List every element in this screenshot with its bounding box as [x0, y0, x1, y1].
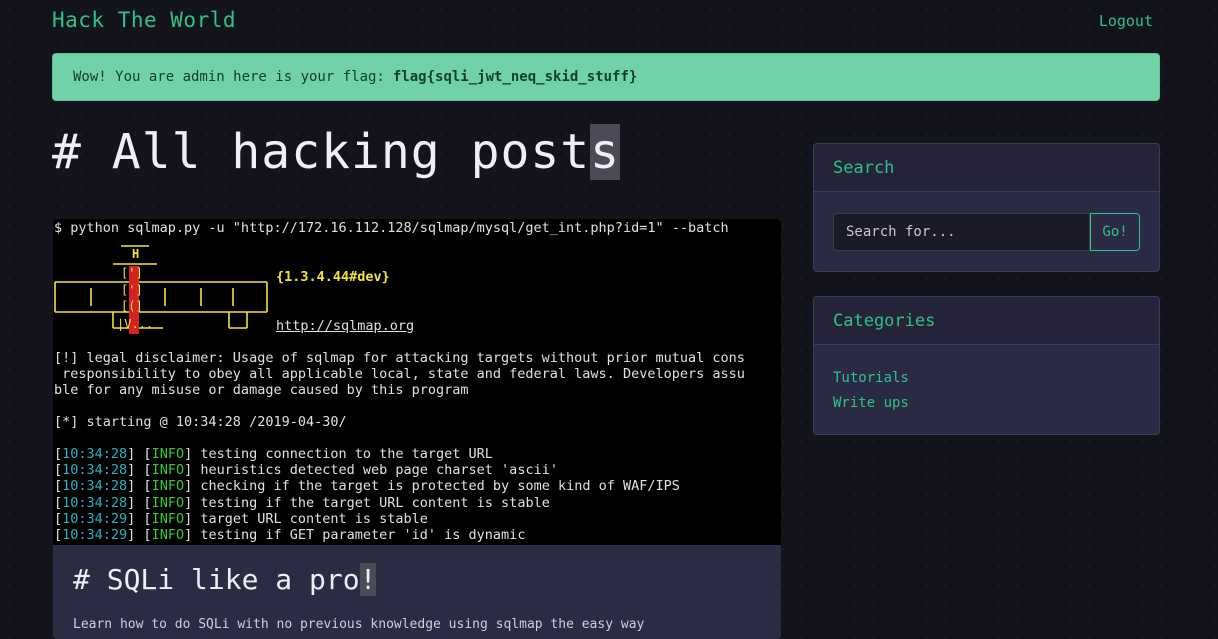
category-item: Write ups	[833, 392, 1159, 411]
post-excerpt: Learn how to do SQLi with no previous kn…	[73, 617, 645, 632]
sqlmap-version: {1.3.4.44#dev}	[276, 269, 390, 285]
categories-widget-title: Categories	[814, 297, 1159, 345]
log-time: 10:34:28	[62, 478, 128, 495]
flag-alert: Wow! You are admin here is your flag: fl…	[52, 53, 1160, 101]
alert-message: Wow! You are admin here is your flag:	[73, 69, 385, 85]
log-text: [	[54, 478, 63, 495]
log-text: ] [	[127, 446, 152, 462]
disclaimer-line: [!] legal disclaimer: Usage of sqlmap fo…	[54, 350, 745, 366]
log-level: INFO	[151, 478, 185, 495]
search-go-button[interactable]: Go!	[1090, 213, 1140, 251]
starting-line: [*] starting @ 10:34:28 /2019-04-30/	[54, 414, 347, 430]
log-level: INFO	[151, 462, 185, 479]
log-text: ] testing if GET parameter 'id' is dynam…	[184, 527, 526, 543]
log-line: [10:34:28] [INFO] checking if the target…	[54, 478, 680, 494]
title-cursor: s	[590, 124, 621, 180]
log-text: ] [	[127, 527, 152, 543]
log-text: [	[54, 527, 63, 543]
post-image[interactable]: $ python sqlmap.py -u "http://172.16.112…	[53, 219, 781, 545]
svg-text:[']: [']	[121, 266, 143, 280]
sqlmap-url: http://sqlmap.org	[276, 318, 415, 334]
log-text: ] testing connection to the target URL	[184, 446, 493, 462]
sqlmap-logo: H ['] ['] [(] |V...	[54, 245, 268, 334]
search-form: Go!	[833, 213, 1140, 251]
log-level: INFO	[151, 494, 185, 511]
category-item: Tutorials	[833, 367, 1159, 386]
log-time: 10:34:29	[62, 510, 128, 527]
log-line: [10:34:28] [INFO] testing if the target …	[54, 495, 550, 511]
log-time: 10:34:29	[62, 527, 128, 543]
brand-link[interactable]: Hack The World	[52, 8, 236, 32]
log-line: [10:34:29] [INFO] target URL content is …	[54, 511, 428, 527]
log-time: 10:34:28	[62, 446, 128, 462]
log-line: [10:34:28] [INFO] heuristics detected we…	[54, 462, 558, 478]
log-level: INFO	[151, 510, 185, 527]
log-level: INFO	[151, 446, 185, 462]
search-input[interactable]	[833, 213, 1091, 251]
logout-link[interactable]: Logout	[1099, 12, 1153, 30]
terminal-command: $ python sqlmap.py -u "http://172.16.112…	[54, 220, 729, 236]
log-time: 10:34:28	[62, 462, 128, 479]
search-widget: Search Go!	[813, 143, 1160, 272]
categories-widget: Categories Tutorials Write ups	[813, 296, 1160, 435]
flag-value: flag{sqli_jwt_neq_skid_stuff}	[392, 69, 638, 85]
log-level: INFO	[151, 527, 185, 543]
post-card[interactable]: $ python sqlmap.py -u "http://172.16.112…	[53, 219, 781, 639]
log-text: [	[54, 510, 63, 527]
page-title-text: # All hacking post	[52, 124, 591, 180]
category-link-tutorials[interactable]: Tutorials	[833, 370, 909, 386]
log-text: ] target URL content is stable	[184, 510, 428, 527]
log-line: [10:34:28] [INFO] testing connection to …	[54, 446, 493, 462]
log-text: ] [	[127, 510, 152, 527]
disclaimer-line: ble for any misuse or damage caused by t…	[54, 382, 469, 398]
svg-text:[']: [']	[121, 283, 143, 297]
log-text: ] [	[127, 478, 152, 495]
search-widget-title: Search	[814, 144, 1159, 192]
category-link-write-ups[interactable]: Write ups	[833, 395, 909, 411]
disclaimer-line: responsibility to obey all applicable lo…	[54, 366, 745, 382]
post-title[interactable]: # SQLi like a pro!	[73, 563, 377, 596]
log-line: [10:34:29] [INFO] testing if GET paramet…	[54, 527, 525, 543]
post-body: # SQLi like a pro! Learn how to do SQLi …	[53, 545, 781, 639]
log-text: [	[54, 462, 63, 479]
category-list: Tutorials Write ups	[814, 345, 1159, 411]
log-text: ] checking if the target is protected by…	[184, 478, 680, 495]
log-time: 10:34:28	[62, 494, 128, 511]
svg-text:[(]: [(]	[121, 299, 143, 313]
post-title-cursor: !	[359, 563, 377, 596]
page-title: # All hacking posts	[52, 120, 621, 184]
svg-text:H: H	[132, 247, 139, 261]
log-text: [	[54, 494, 63, 511]
log-text: ] testing if the target URL content is s…	[184, 494, 550, 511]
log-text: ] [	[127, 494, 152, 511]
log-text: ] [	[127, 462, 152, 479]
log-text: [	[54, 446, 63, 462]
svg-text:|V...: |V...	[117, 317, 153, 331]
post-title-text: # SQLi like a pro	[73, 563, 360, 596]
navbar: Hack The World Logout	[0, 0, 1218, 44]
log-text: ] heuristics detected web page charset '…	[184, 462, 558, 479]
